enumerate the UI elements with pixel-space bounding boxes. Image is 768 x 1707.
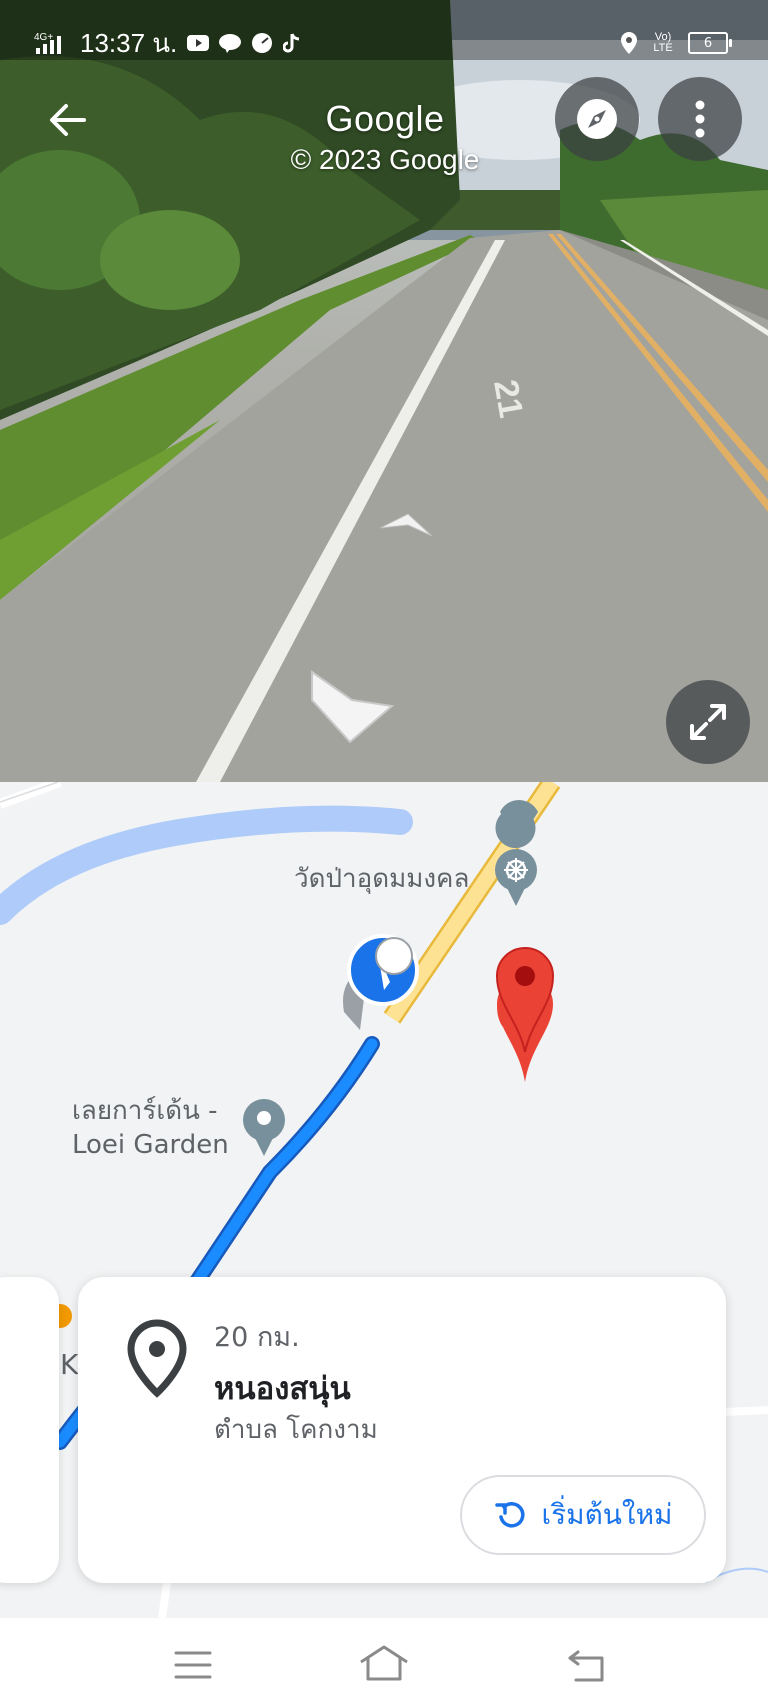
previous-place-card[interactable] — [0, 1277, 59, 1583]
page-title: Google — [325, 98, 445, 139]
road-marking: 21 — [486, 377, 530, 421]
back-arrow-icon — [50, 104, 86, 136]
restart-icon — [494, 1502, 525, 1528]
menu-icon[interactable] — [174, 1650, 212, 1684]
compass-button[interactable] — [555, 77, 639, 161]
tiktok-icon — [283, 32, 301, 54]
partial-map-label: K — [60, 1348, 79, 1381]
more-options-button[interactable] — [658, 77, 742, 161]
signal-icon: 4G+ — [34, 30, 70, 56]
speed-icon — [251, 32, 273, 54]
street-view-location-marker — [343, 934, 419, 1030]
status-time: 13:37 น. — [80, 27, 178, 58]
restart-label: เริ่มต้นใหม่ — [541, 1498, 673, 1531]
location-status-icon — [620, 31, 638, 55]
home-icon[interactable] — [358, 1644, 410, 1686]
garden-poi-marker[interactable] — [243, 1099, 285, 1156]
expand-button[interactable] — [666, 680, 750, 764]
back-nav-icon[interactable] — [566, 1650, 606, 1686]
line-icon — [219, 33, 242, 53]
compass-icon — [577, 99, 617, 139]
place-name: หนองสนุ่น — [214, 1371, 351, 1407]
expand-icon — [690, 704, 726, 740]
copyright: © 2023 Google — [290, 144, 480, 175]
more-vert-icon — [695, 100, 705, 138]
dropped-pin-marker[interactable] — [495, 946, 555, 1082]
volte-icon: Vo) LTE — [653, 31, 673, 54]
distance-text: 20 กม. — [214, 1322, 300, 1353]
status-bar: 4G+ 13:37 น. Vo) LTE 6 — [0, 0, 768, 60]
temple-poi-label[interactable]: วัดป่าอุดมมงคล — [294, 862, 469, 896]
place-card[interactable]: 20 กม. หนองสนุ่น ตำบล โคกงาม เริ่มต้นใหม… — [78, 1277, 726, 1583]
system-nav-bar — [0, 1618, 768, 1707]
garden-poi-label[interactable]: เลยการ์เด้น - Loei Garden — [72, 1094, 229, 1162]
restart-button[interactable]: เริ่มต้นใหม่ — [460, 1475, 706, 1555]
youtube-icon — [187, 34, 210, 52]
back-button[interactable] — [40, 92, 96, 148]
location-pin-icon — [124, 1319, 190, 1403]
street-view-panorama[interactable]: 21 4G+ 13:37 น. Vo) LTE 6 Google © 2023 G… — [0, 0, 768, 782]
title-block: Google © 2023 Google — [220, 98, 550, 176]
place-subdistrict: ตำบล โคกงาม — [214, 1415, 378, 1445]
battery-icon: 6 — [688, 32, 732, 54]
